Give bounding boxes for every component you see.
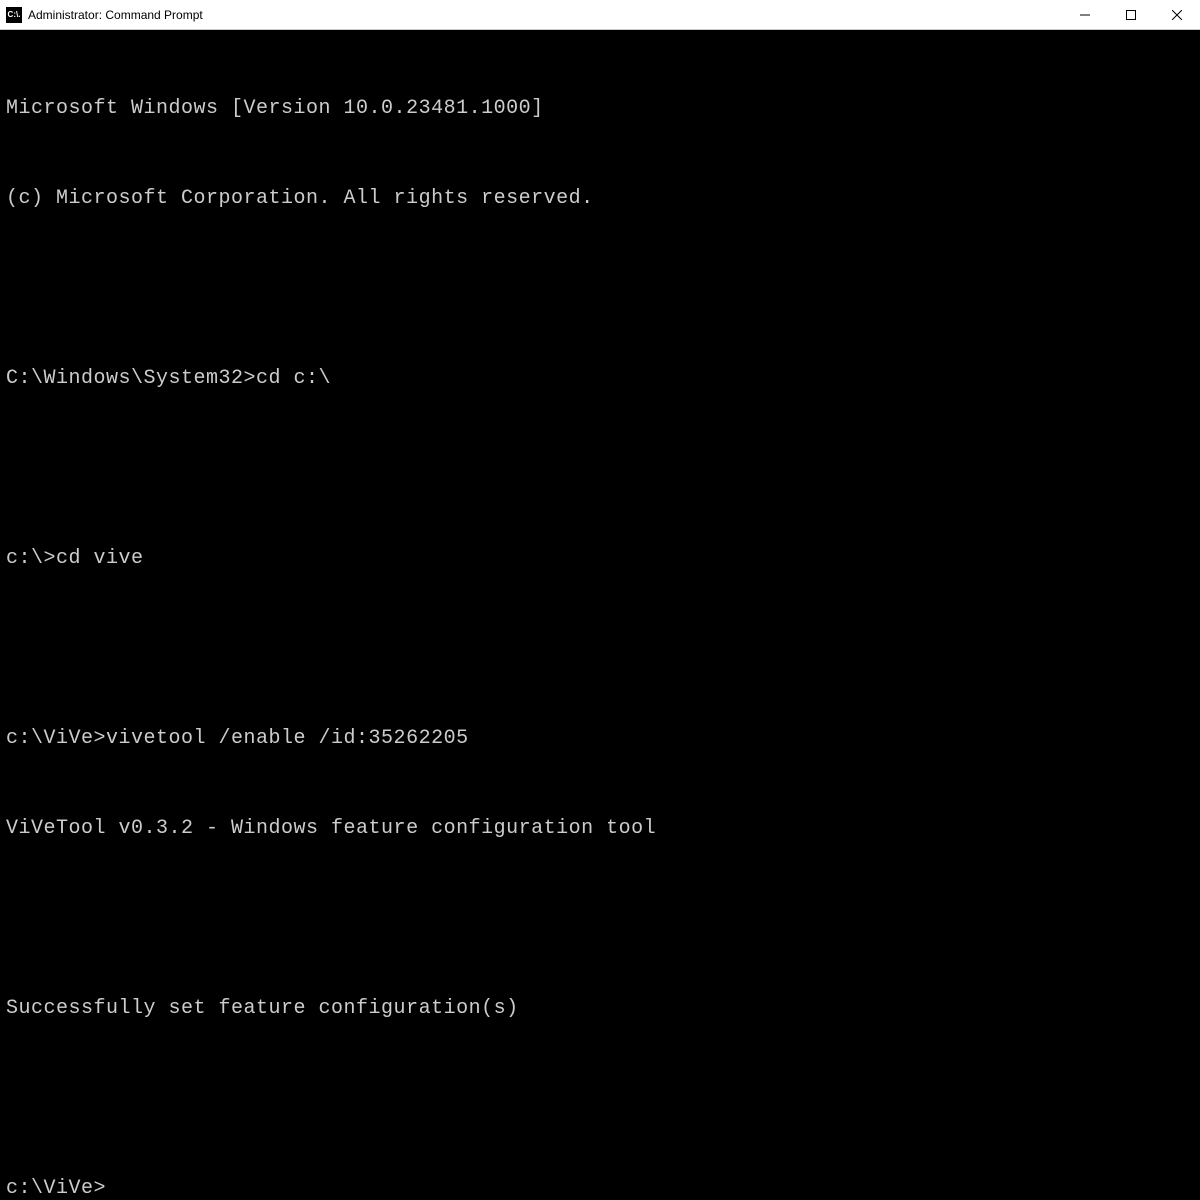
close-button[interactable] [1154, 0, 1200, 29]
cmd-icon-text: C:\. [8, 10, 21, 19]
cmd-icon: C:\. [6, 7, 22, 23]
terminal-blank-line [6, 454, 1194, 484]
window-title: Administrator: Command Prompt [28, 8, 1062, 22]
terminal-line: (c) Microsoft Corporation. All rights re… [6, 184, 1194, 214]
terminal-blank-line [6, 904, 1194, 934]
maximize-button[interactable] [1108, 0, 1154, 29]
terminal-blank-line [6, 274, 1194, 304]
terminal-line: ViVeTool v0.3.2 - Windows feature config… [6, 814, 1194, 844]
terminal-line: c:\>cd vive [6, 544, 1194, 574]
terminal-line: c:\ViVe>vivetool /enable /id:35262205 [6, 724, 1194, 754]
terminal-line: C:\Windows\System32>cd c:\ [6, 364, 1194, 394]
terminal-line: c:\ViVe> [6, 1174, 1194, 1200]
terminal-blank-line [6, 634, 1194, 664]
terminal-output[interactable]: Microsoft Windows [Version 10.0.23481.10… [0, 30, 1200, 1200]
terminal-line: Microsoft Windows [Version 10.0.23481.10… [6, 94, 1194, 124]
window-controls [1062, 0, 1200, 29]
titlebar[interactable]: C:\. Administrator: Command Prompt [0, 0, 1200, 30]
minimize-button[interactable] [1062, 0, 1108, 29]
terminal-blank-line [6, 1084, 1194, 1114]
terminal-line: Successfully set feature configuration(s… [6, 994, 1194, 1024]
